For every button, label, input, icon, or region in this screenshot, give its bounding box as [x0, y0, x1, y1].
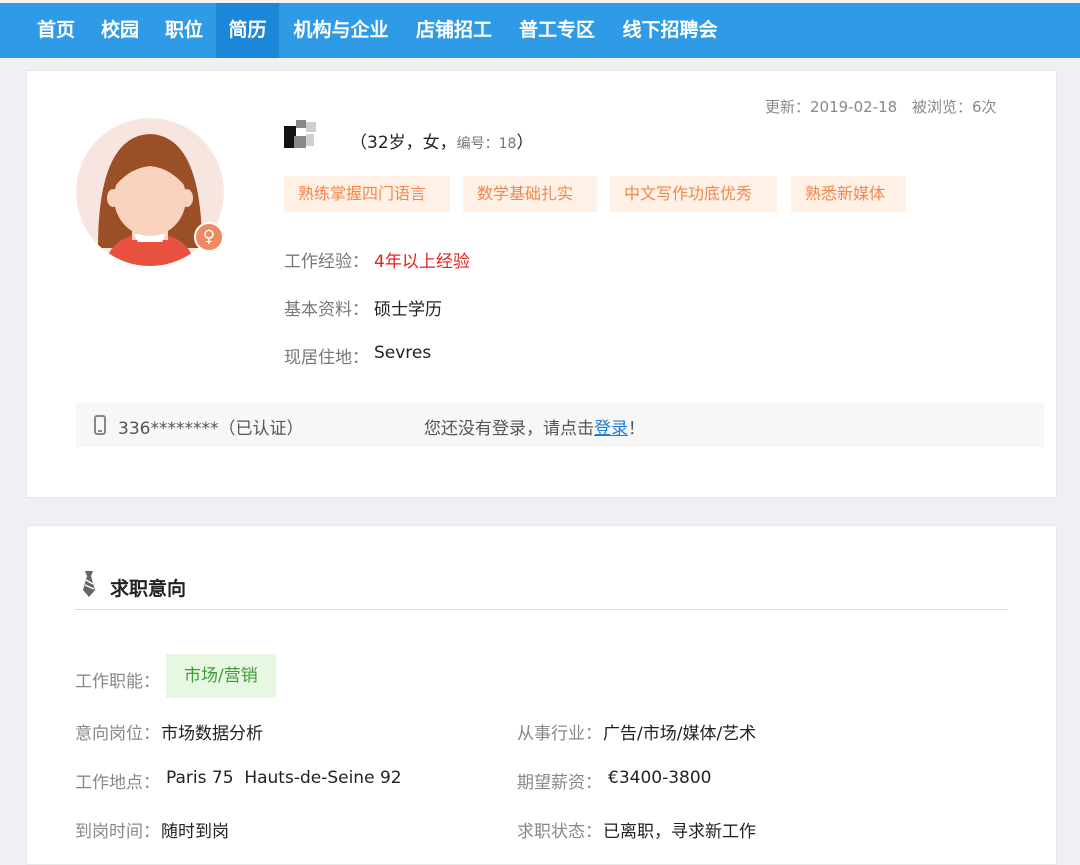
nav-general-labor[interactable]: 普工专区: [508, 3, 606, 58]
name-pixelated: [284, 120, 318, 148]
nav-job-fair[interactable]: 线下招聘会: [611, 3, 729, 58]
experience-value: 4年以上经验: [374, 252, 470, 272]
nav-resume[interactable]: 简历: [216, 3, 279, 58]
tie-icon: [83, 571, 95, 597]
salary-value: €3400-3800: [608, 768, 712, 788]
phone-icon: [94, 415, 106, 435]
location-value: Sevres: [374, 343, 432, 363]
skill-tag: 熟悉新媒体: [791, 176, 906, 212]
function-tag: 市场/营销: [166, 654, 276, 698]
login-prompt-suffix: ！: [628, 419, 645, 439]
experience-label: 工作经验：: [284, 252, 369, 272]
login-link[interactable]: 登录: [594, 419, 628, 439]
nav-jobs[interactable]: 职位: [155, 3, 213, 58]
section-title-intent: 求职意向: [110, 578, 187, 600]
person-info: （32岁，女，编号：18）: [350, 128, 533, 153]
nav-campus[interactable]: 校园: [91, 3, 149, 58]
section-divider: [75, 609, 1008, 610]
education-value: 硕士学历: [374, 300, 442, 320]
industry-label: 从事行业：: [517, 724, 602, 744]
person-age-gender: （32岁，女，: [350, 133, 457, 153]
skill-tag: 熟练掌握四门语言: [284, 176, 450, 212]
skill-tag: 数学基础扎实: [463, 176, 597, 212]
female-icon: ♀: [194, 222, 224, 252]
location-label: 现居住地：: [284, 348, 369, 368]
contact-bar: 336********（已认证） 您还没有登录，请点击登录！: [76, 403, 1044, 447]
phone-number: 336********（已认证）: [118, 419, 304, 439]
person-id: 编号：18: [456, 136, 517, 152]
start-value: 随时到岗: [161, 822, 229, 842]
salary-label: 期望薪资：: [517, 773, 602, 793]
nav-companies[interactable]: 机构与企业: [282, 3, 400, 58]
education-label: 基本资料：: [284, 300, 369, 320]
industry-value: 广告/市场/媒体/艺术: [603, 724, 757, 744]
place-value: Paris 75 Hauts-de-Seine 92: [166, 768, 402, 788]
login-prompt: 您还没有登录，请点击登录！: [424, 414, 645, 439]
start-label: 到岗时间：: [75, 822, 160, 842]
status-value: 已离职，寻求新工作: [603, 822, 756, 842]
person-info-end: ）: [516, 133, 534, 153]
login-prompt-text: 您还没有登录，请点击: [424, 419, 594, 439]
place-label: 工作地点：: [75, 773, 160, 793]
function-label: 工作职能：: [75, 672, 160, 692]
nav-home[interactable]: 首页: [27, 3, 85, 58]
update-date: 更新：2019-02-18: [765, 98, 898, 116]
nav-shop-hiring[interactable]: 店铺招工: [405, 3, 503, 58]
top-nav: 首页 校园 职位 简历 机构与企业 店铺招工 普工专区 线下招聘会: [0, 0, 1080, 58]
view-count: 被浏览：6次: [912, 98, 997, 116]
position-label: 意向岗位：: [75, 724, 160, 744]
skill-tag: 中文写作功底优秀: [610, 176, 777, 212]
position-value: 市场数据分析: [161, 724, 263, 744]
status-label: 求职状态：: [517, 822, 602, 842]
